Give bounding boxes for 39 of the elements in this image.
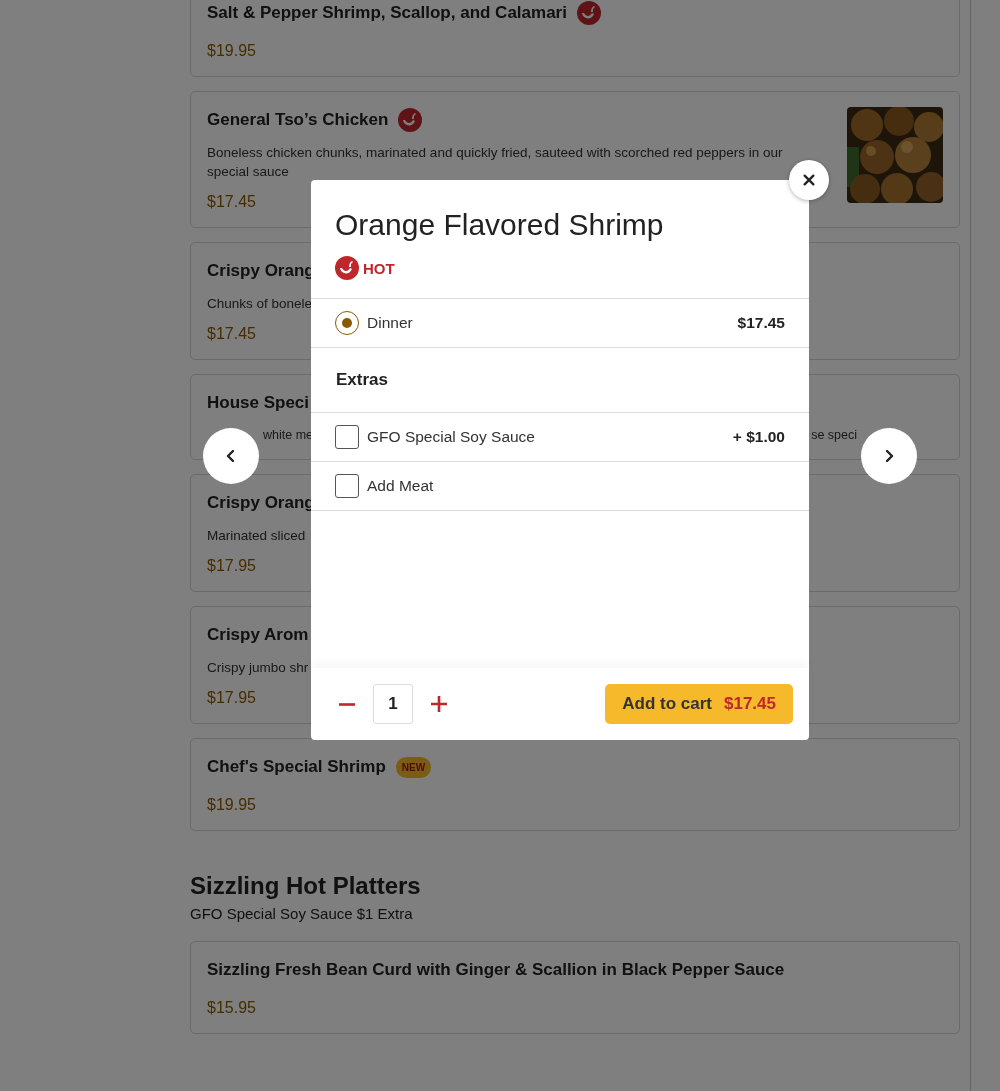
plus-icon [429,694,449,714]
section-heading: Sizzling Hot Platters [190,871,422,901]
item-description: Chunks of bonele [207,295,313,313]
item-description: se speci [811,427,857,444]
item-name: Chef's Special Shrimp [207,757,386,777]
extras-heading: Extras [336,370,388,390]
hot-label: HOT [363,259,395,277]
menu-item-card[interactable]: Chef's Special Shrimp NEW $19.95 [190,738,960,831]
item-description: Crispy jumbo shr [207,659,309,677]
item-description: Boneless chicken chunks, marinated and quickly fried, sauteed with scorched red peppers in our special sauce [207,144,784,181]
option-price: + $1.00 [732,428,785,446]
minus-icon [337,702,357,706]
item-name: House Speci [207,393,310,413]
quantity-field[interactable]: 1 [373,684,413,724]
item-name: Sizzling Fresh Bean Curd with Ginger & Scallion in Black Pepper Sauce [207,960,785,980]
item-name: Crispy Arom [207,625,309,645]
item-description: Marinated sliced [207,527,306,545]
item-price: $19.95 [207,795,256,815]
option-label: Dinner [367,314,414,332]
menu-item-card[interactable]: Sizzling Fresh Bean Curd with Ginger & Scallion in Black Pepper Sauce $15.95 [190,941,960,1034]
item-price: $17.95 [207,556,256,576]
item-price: $19.95 [207,41,256,61]
option-label: Add Meat [367,477,435,495]
option-label: GFO Special Soy Sauce [367,428,536,446]
item-price: $15.95 [207,998,256,1018]
option-price: $17.45 [737,314,785,332]
chili-pepper-icon [335,256,359,280]
section-note: GFO Special Soy Sauce $1 Extra [190,905,414,922]
item-price: $17.45 [207,192,256,212]
menu-item-card[interactable]: Salt & Pepper Shrimp, Scallop, and Calamari $19.95 [190,0,960,77]
new-badge: NEW [395,756,432,778]
item-name: General Tso’s Chicken [207,110,389,130]
item-price: $17.95 [207,688,256,708]
checkbox[interactable] [335,474,359,498]
checkbox[interactable] [335,425,359,449]
add-to-cart-button[interactable]: Add to cart $17.45 [605,684,793,724]
item-name: Salt & Pepper Shrimp, Scallop, and Calamari [207,3,567,23]
item-price: $17.45 [207,324,256,344]
close-icon [802,173,816,187]
